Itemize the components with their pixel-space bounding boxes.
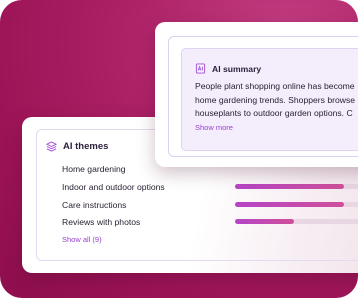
theme-bar-fill bbox=[235, 219, 294, 224]
ai-summary-header: AI summary bbox=[195, 63, 261, 74]
ai-themes-title: AI themes bbox=[63, 141, 109, 152]
background-panel: AI themes Home gardening Indoor and outd… bbox=[0, 0, 358, 298]
ai-themes-header: AI themes bbox=[46, 141, 108, 152]
summary-line: home gardening trends. Shoppers browse bbox=[195, 94, 356, 105]
theme-bar-fill bbox=[235, 202, 345, 207]
ai-summary-text: People plant shopping online has become … bbox=[195, 80, 358, 121]
layers-icon bbox=[46, 141, 57, 152]
theme-item-home-gardening[interactable]: Home gardening bbox=[62, 164, 126, 174]
theme-bar-reviews-photos bbox=[235, 219, 358, 224]
theme-item-indoor-outdoor[interactable]: Indoor and outdoor options bbox=[62, 182, 165, 192]
ai-summary-card: AI summary People plant shopping online … bbox=[155, 22, 358, 167]
ai-document-icon bbox=[195, 63, 206, 74]
summary-line: People plant shopping online has become bbox=[195, 81, 355, 91]
theme-item-reviews-photos[interactable]: Reviews with photos bbox=[62, 217, 140, 227]
theme-bar-fill bbox=[235, 184, 345, 189]
show-all-link[interactable]: Show all (9) bbox=[62, 235, 102, 244]
theme-bar-care-instructions bbox=[235, 202, 358, 207]
theme-bar-indoor-outdoor bbox=[235, 184, 358, 189]
theme-item-care-instructions[interactable]: Care instructions bbox=[62, 200, 126, 210]
summary-line: houseplants to outdoor garden options. C bbox=[195, 108, 353, 118]
show-more-link[interactable]: Show more bbox=[195, 123, 233, 132]
ai-summary-title: AI summary bbox=[212, 63, 262, 74]
